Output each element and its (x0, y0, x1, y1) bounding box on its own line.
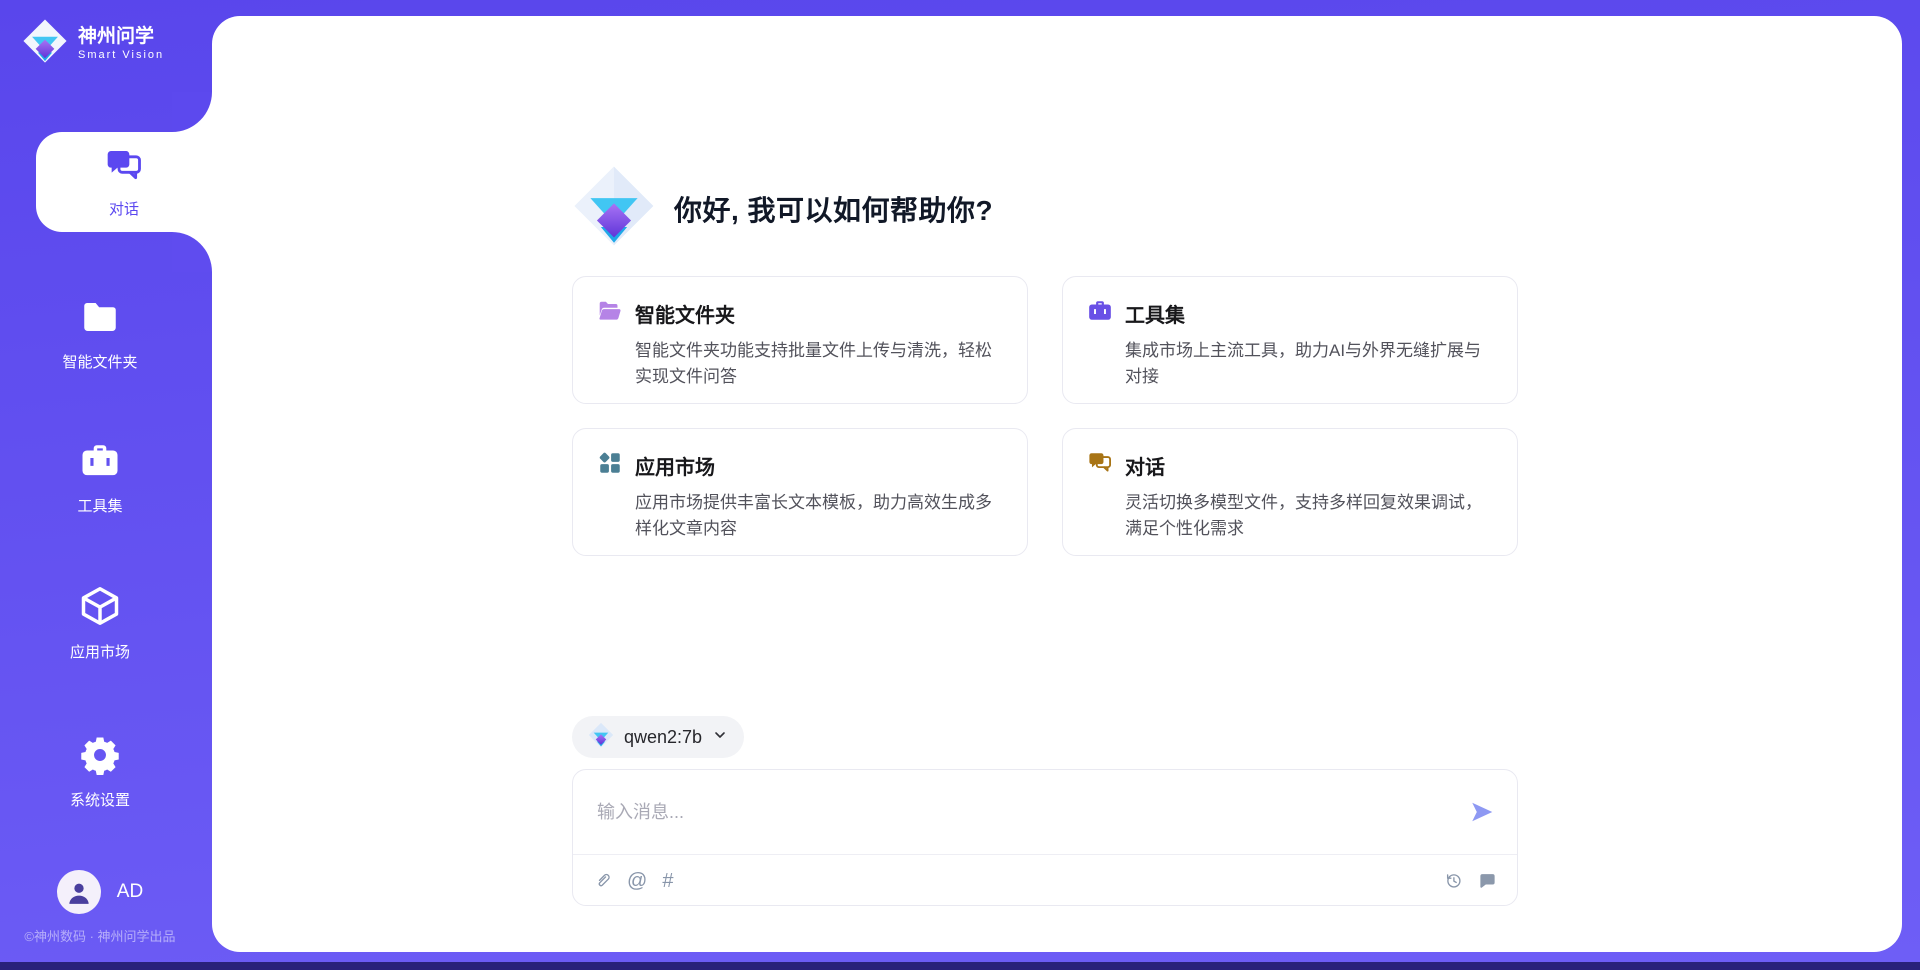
sidebar-item-app-market[interactable]: 应用市场 (0, 584, 200, 662)
sidebar-item-label: 智能文件夹 (62, 351, 137, 372)
folder-icon (79, 296, 121, 343)
greeting-text: 你好, 我可以如何帮助你? (674, 189, 993, 229)
tab-curve-top (172, 92, 212, 132)
chat-bubbles-icon (104, 146, 144, 191)
message-icon[interactable] (1478, 871, 1497, 890)
briefcase-icon (1087, 298, 1113, 329)
model-selector[interactable]: qwen2:7b (572, 716, 744, 758)
chat-bubbles-icon (1087, 450, 1113, 481)
user-account[interactable]: AD (0, 870, 200, 914)
card-chat[interactable]: 对话 灵活切换多模型文件，支持多样回复效果调试，满足个性化需求 (1062, 428, 1518, 556)
cube-icon (78, 584, 122, 633)
gear-icon (79, 734, 121, 781)
history-icon[interactable] (1444, 871, 1463, 890)
card-description: 灵活切换多模型文件，支持多样回复效果调试，满足个性化需求 (1125, 490, 1497, 541)
sidebar-item-label: 对话 (109, 198, 139, 219)
sidebar-item-label: 系统设置 (70, 789, 130, 810)
card-toolset[interactable]: 工具集 集成市场上主流工具，助力AI与外界无缝扩展与对接 (1062, 276, 1518, 404)
diamond-logo-icon (588, 722, 614, 753)
avatar (57, 870, 101, 914)
main-panel: 你好, 我可以如何帮助你? 智能文件夹 智能文件夹功能支持批量文件上传与清洗，轻… (212, 16, 1902, 952)
tab-curve-bottom (172, 232, 212, 272)
app-window: 神州问学 Smart Vision 对话 (0, 0, 1920, 970)
app-title: 神州问学 (78, 26, 164, 48)
card-description: 应用市场提供丰富长文本模板，助力高效生成多样化文章内容 (635, 490, 1007, 541)
card-title: 智能文件夹 (635, 299, 735, 328)
apps-grid-icon (597, 450, 623, 481)
card-title: 对话 (1125, 451, 1165, 480)
card-title: 工具集 (1125, 299, 1185, 328)
message-composer: @ # (572, 769, 1518, 906)
send-icon[interactable] (1469, 799, 1495, 825)
diamond-logo-icon (22, 18, 68, 69)
card-description: 智能文件夹功能支持批量文件上传与清洗，轻松实现文件问答 (635, 338, 1007, 389)
sidebar-item-settings[interactable]: 系统设置 (0, 734, 200, 810)
card-title: 应用市场 (635, 451, 715, 480)
sidebar-item-label: 工具集 (77, 495, 122, 516)
bottom-edge-bar (0, 962, 1920, 970)
greeting: 你好, 我可以如何帮助你? (572, 164, 993, 253)
sidebar-item-label: 应用市场 (70, 641, 130, 662)
hash-icon[interactable]: # (662, 871, 673, 891)
toolbox-icon (79, 440, 121, 487)
card-app-market[interactable]: 应用市场 应用市场提供丰富长文本模板，助力高效生成多样化文章内容 (572, 428, 1028, 556)
app-logo: 神州问学 Smart Vision (22, 18, 164, 69)
sidebar-item-smart-folder[interactable]: 智能文件夹 (0, 296, 200, 372)
folder-open-icon (597, 298, 623, 329)
user-name: AD (117, 881, 143, 903)
chevron-down-icon (712, 727, 728, 748)
card-smart-folder[interactable]: 智能文件夹 智能文件夹功能支持批量文件上传与清洗，轻松实现文件问答 (572, 276, 1028, 404)
sidebar: 神州问学 Smart Vision 对话 (0, 0, 212, 970)
app-subtitle: Smart Vision (78, 49, 164, 61)
model-name: qwen2:7b (624, 727, 702, 748)
mention-icon[interactable]: @ (627, 871, 647, 891)
copyright-text: ©神州数码 · 神州问学出品 (0, 926, 200, 945)
paperclip-icon[interactable] (593, 871, 612, 890)
sidebar-item-toolset[interactable]: 工具集 (0, 440, 200, 516)
message-input[interactable] (595, 801, 1469, 824)
feature-cards: 智能文件夹 智能文件夹功能支持批量文件上传与清洗，轻松实现文件问答 工具集 集成… (572, 276, 1518, 556)
card-description: 集成市场上主流工具，助力AI与外界无缝扩展与对接 (1125, 338, 1497, 389)
diamond-logo-icon (572, 164, 656, 253)
